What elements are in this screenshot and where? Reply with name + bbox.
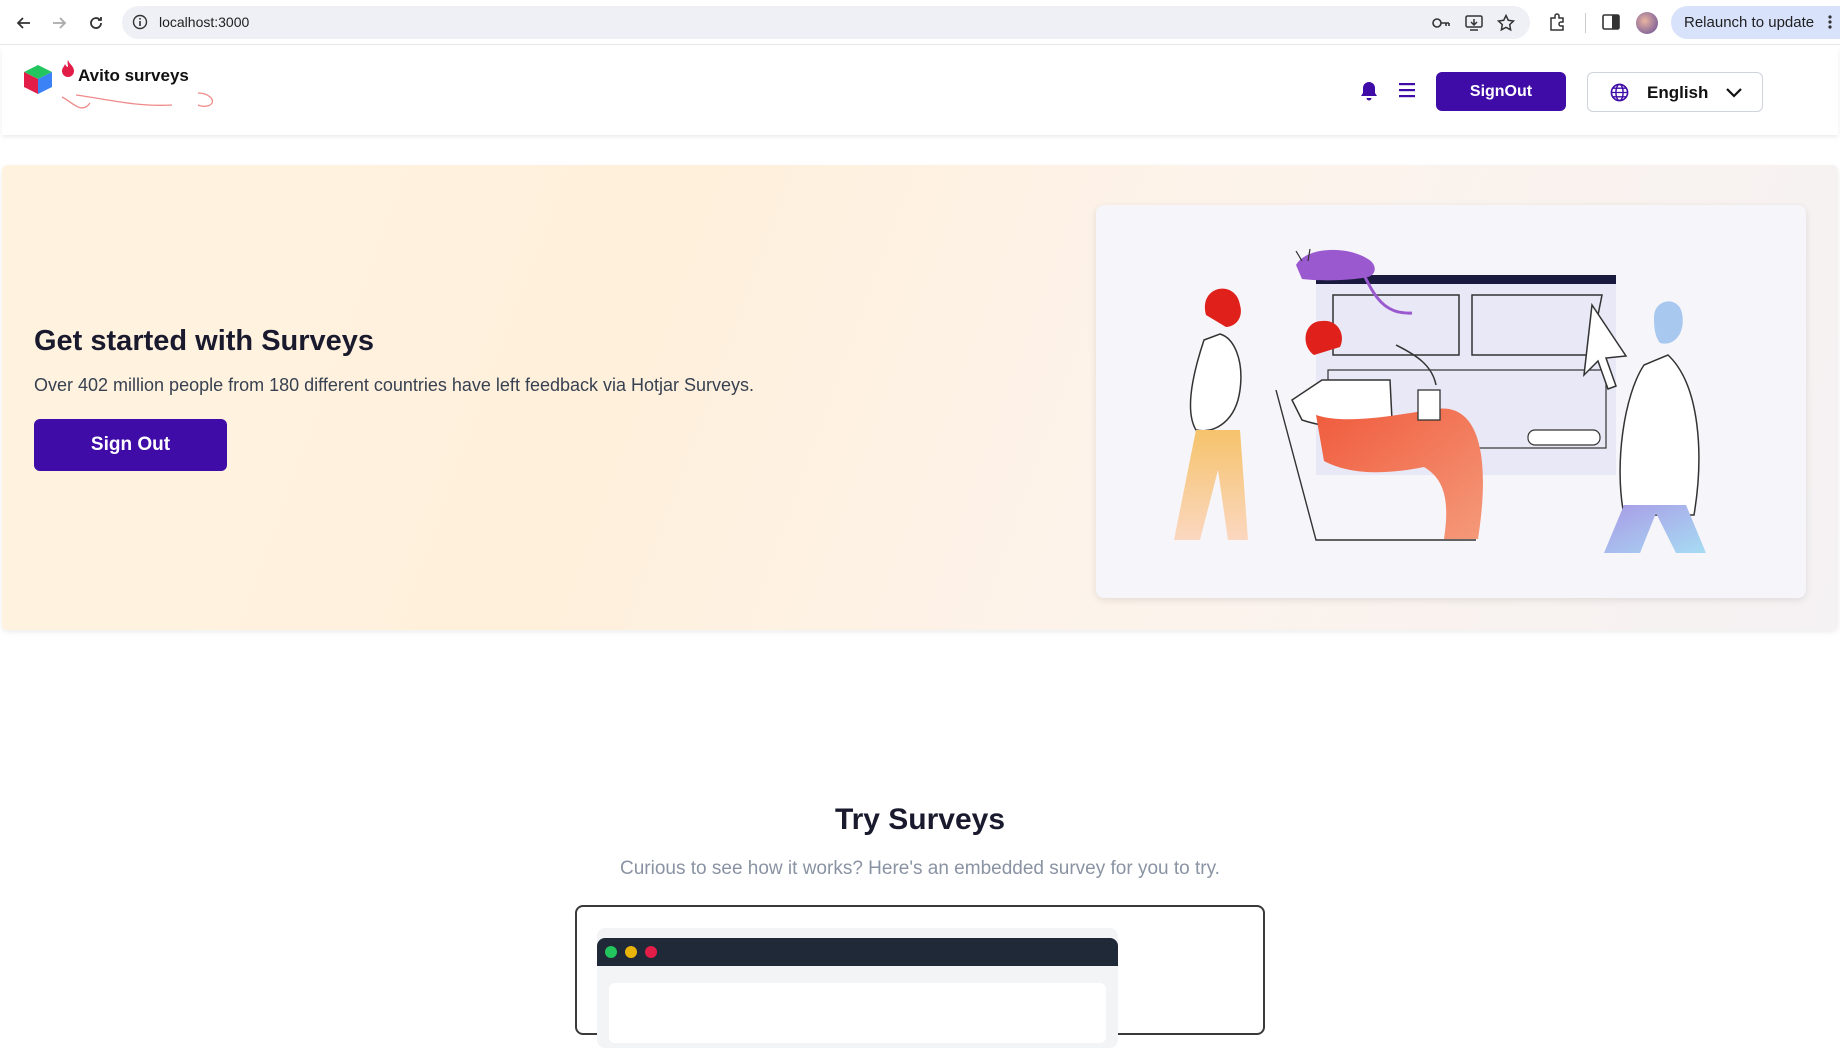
brand-name[interactable]: Avito surveys: [78, 66, 189, 86]
try-surveys-subtitle: Curious to see how it works? Here's an e…: [620, 858, 1220, 879]
window-titlebar: [597, 938, 1118, 966]
hamburger-menu-icon[interactable]: [1398, 82, 1416, 102]
extensions-icon[interactable]: [1546, 11, 1568, 33]
hero-title: Get started with Surveys: [34, 325, 375, 357]
cube-logo-icon[interactable]: [22, 63, 54, 99]
signout-button[interactable]: SignOut: [1436, 72, 1566, 111]
try-surveys-title: Try Surveys: [834, 803, 1006, 836]
install-app-icon[interactable]: [1464, 13, 1484, 33]
language-value: English: [1647, 83, 1709, 102]
hero-illustration: [1096, 205, 1806, 598]
window-dot-green: [605, 946, 617, 958]
hero-section: Get started with Surveys Over 402 millio…: [2, 165, 1838, 630]
app-header: Avito surveys SignOut English: [2, 47, 1838, 135]
globe-icon: [1610, 83, 1629, 106]
language-select[interactable]: English: [1587, 72, 1763, 112]
back-icon[interactable]: [11, 10, 37, 36]
forward-icon[interactable]: [46, 10, 72, 36]
side-panel-icon[interactable]: [1600, 11, 1622, 33]
bell-icon[interactable]: [1360, 81, 1378, 105]
reload-icon[interactable]: [83, 10, 109, 36]
password-key-icon[interactable]: [1431, 13, 1451, 33]
hero-subtitle: Over 402 million people from 180 differe…: [34, 375, 755, 395]
relaunch-label: Relaunch to update: [1684, 14, 1815, 31]
relaunch-button[interactable]: Relaunch to update: [1671, 6, 1840, 39]
decorative-scribble: [58, 87, 233, 121]
flame-icon: [60, 59, 76, 83]
embedded-survey-frame: [575, 905, 1265, 1048]
site-info-icon[interactable]: [132, 14, 148, 34]
chevron-down-icon: [1725, 85, 1743, 104]
profile-avatar[interactable]: [1636, 12, 1658, 34]
embedded-survey-window: [597, 928, 1118, 1048]
toolbar-divider: [1585, 13, 1586, 33]
url-text[interactable]: localhost:3000: [159, 14, 249, 30]
embedded-survey-content[interactable]: [609, 983, 1106, 1043]
window-dot-red: [645, 946, 657, 958]
browser-toolbar: localhost:3000 Relaunch to update: [0, 0, 1840, 45]
menu-kebab-icon[interactable]: [1828, 15, 1832, 29]
address-bar[interactable]: localhost:3000: [122, 6, 1530, 39]
hero-signout-button[interactable]: Sign Out: [34, 419, 227, 471]
window-dot-yellow: [625, 946, 637, 958]
bookmark-star-icon[interactable]: [1496, 13, 1516, 33]
